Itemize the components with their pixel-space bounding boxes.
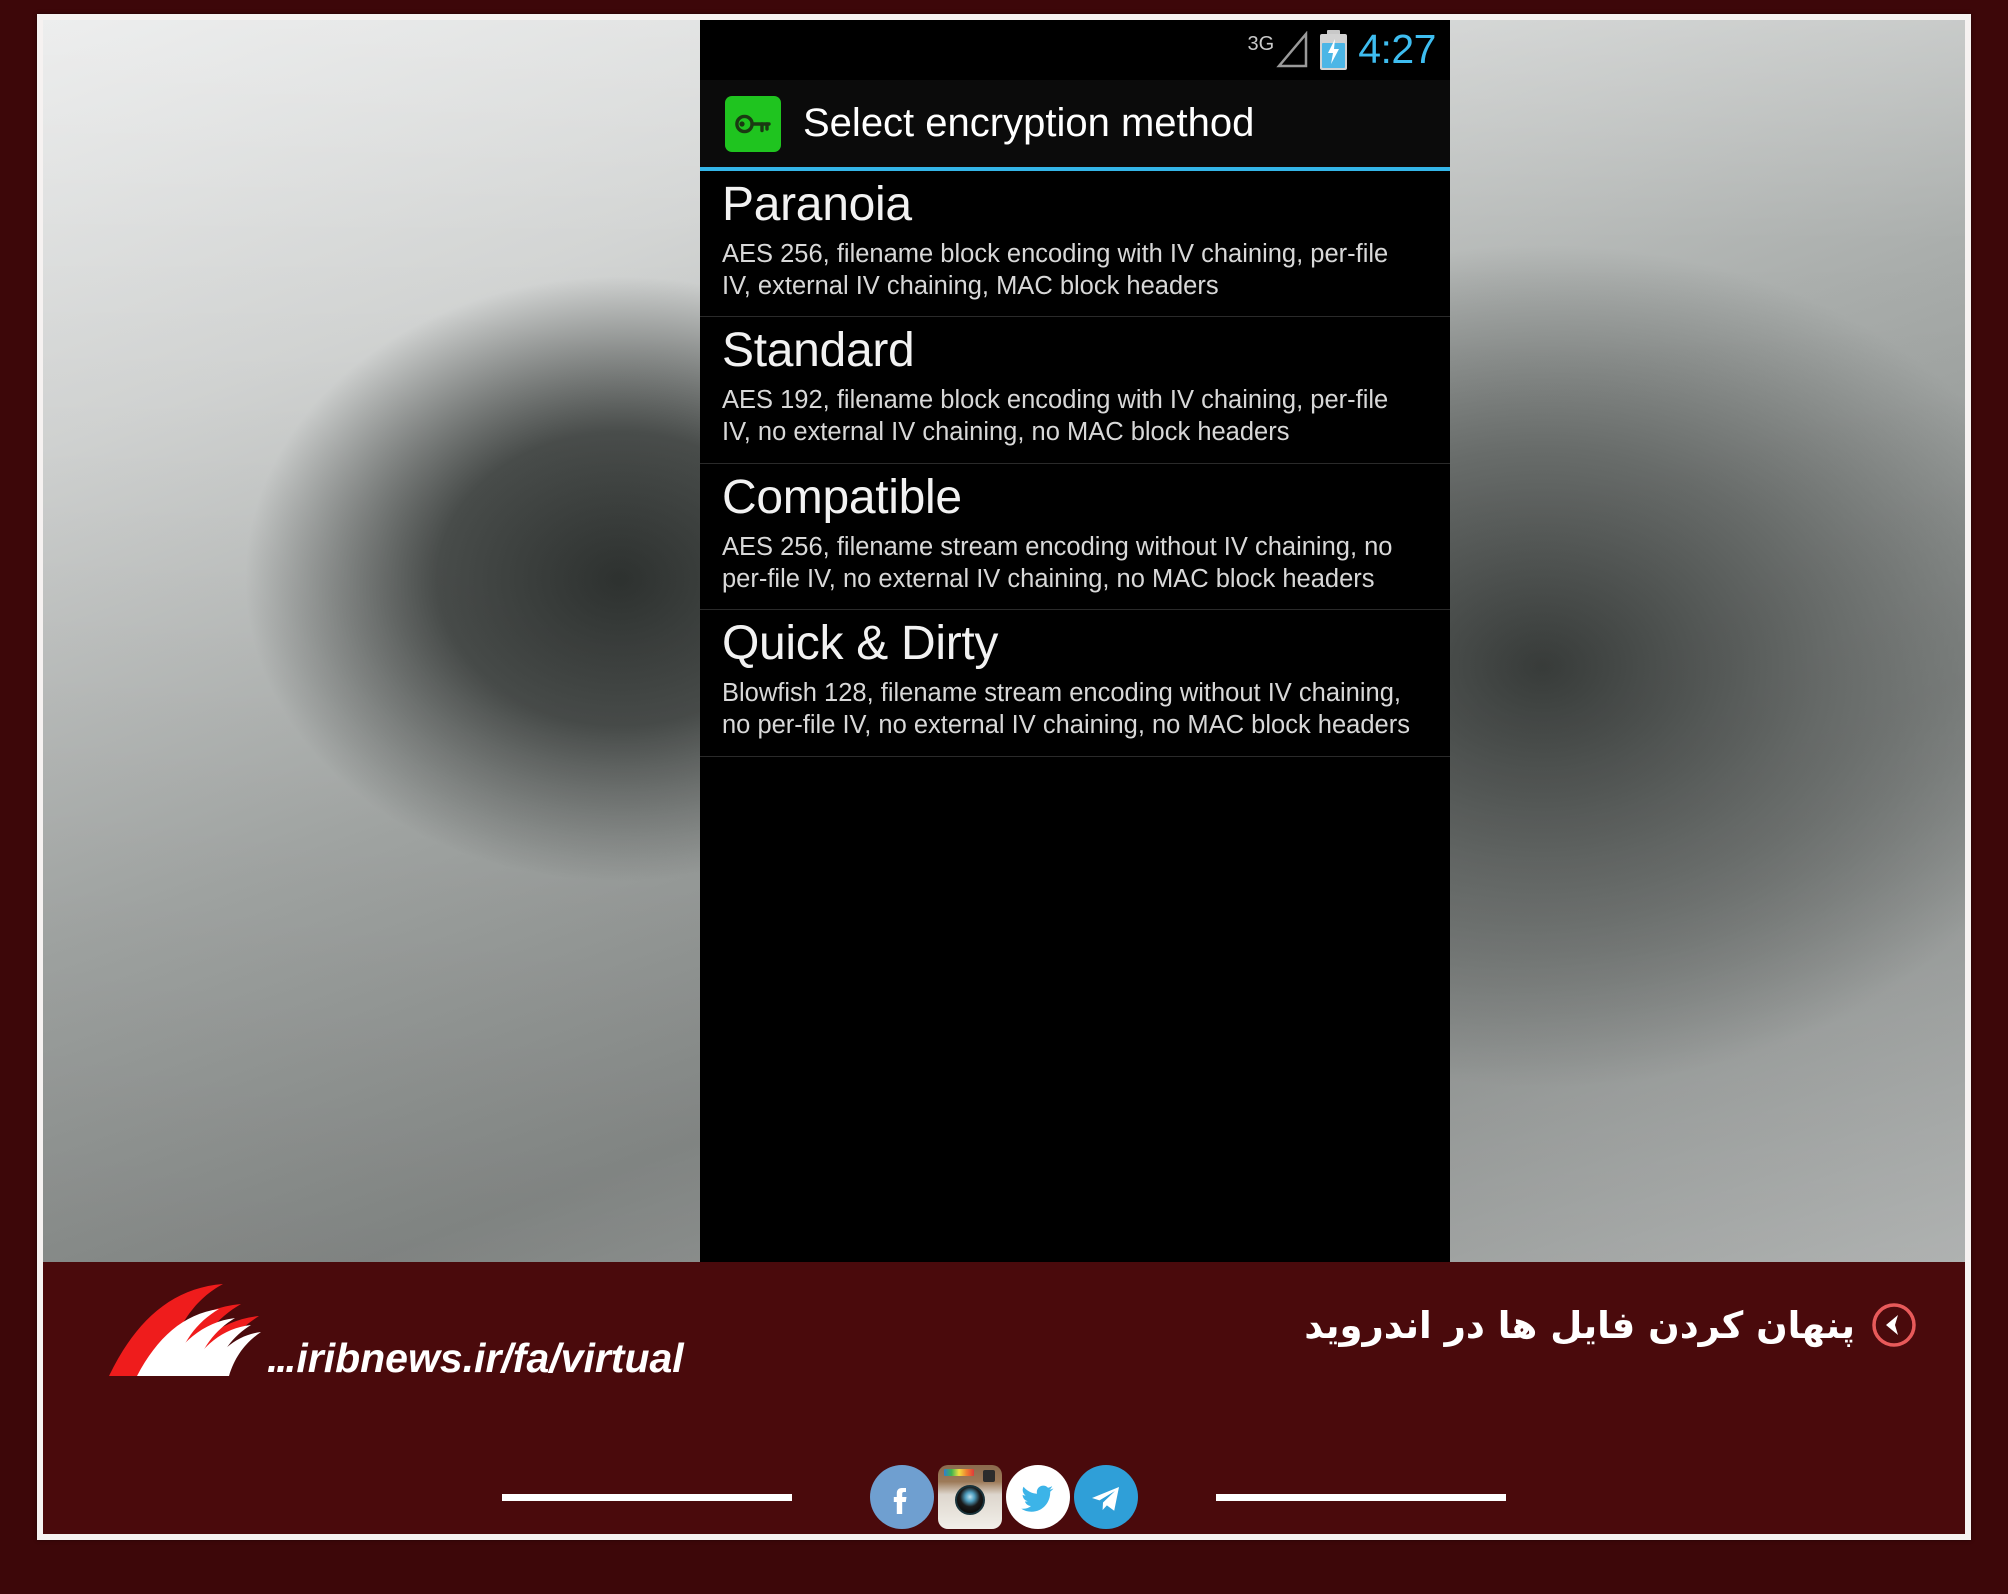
list-item-description: Blowfish 128, filename stream encoding w… bbox=[722, 678, 1410, 740]
instagram-rainbow-strip bbox=[944, 1469, 974, 1476]
banner-top-row: ... iribnews.ir/fa/virtual پنهان کردن فا… bbox=[43, 1262, 1965, 1442]
irib-logo-mark bbox=[109, 1284, 261, 1376]
telegram-icon[interactable] bbox=[1074, 1465, 1138, 1529]
list-item[interactable]: Standard AES 192, filename block encodin… bbox=[700, 317, 1450, 464]
instagram-icon[interactable] bbox=[938, 1465, 1002, 1529]
content-white-border: 3G 4:27 Select encryption method Paranoi… bbox=[37, 14, 1971, 1540]
instagram-lens bbox=[955, 1485, 985, 1516]
divider-right bbox=[1216, 1493, 1506, 1501]
app-title-bar: Select encryption method bbox=[700, 80, 1450, 171]
list-item-title: Compatible bbox=[722, 470, 962, 524]
irib-logo[interactable]: ... iribnews.ir/fa/virtual bbox=[101, 1276, 688, 1384]
divider-left bbox=[502, 1493, 792, 1501]
list-item-description: AES 256, filename block encoding with IV… bbox=[722, 239, 1389, 301]
signal-triangle-icon bbox=[1276, 31, 1308, 68]
network-type-label: 3G bbox=[1247, 33, 1275, 55]
list-item-description: AES 256, filename stream encoding withou… bbox=[722, 532, 1393, 593]
status-clock: 4:27 bbox=[1358, 25, 1436, 72]
status-bar: 3G 4:27 bbox=[700, 20, 1450, 80]
list-item[interactable]: Paranoia AES 256, filename block encodin… bbox=[700, 171, 1450, 318]
back-chevron-icon[interactable] bbox=[1871, 1302, 1917, 1348]
phone-screenshot: 3G 4:27 Select encryption method Paranoi… bbox=[700, 20, 1450, 1262]
social-row bbox=[43, 1442, 1965, 1534]
list-item-title: Standard bbox=[722, 324, 915, 378]
list-item-title: Quick & Dirty bbox=[722, 617, 999, 671]
news-banner: ... iribnews.ir/fa/virtual پنهان کردن فا… bbox=[43, 1262, 1965, 1534]
encryption-method-list: Paranoia AES 256, filename block encodin… bbox=[700, 171, 1450, 1258]
social-icons bbox=[870, 1465, 1138, 1529]
list-item[interactable]: Quick & Dirty Blowfish 128, filename str… bbox=[700, 610, 1450, 757]
page-title: Select encryption method bbox=[803, 101, 1255, 145]
list-item-description: AES 192, filename block encoding with IV… bbox=[722, 386, 1389, 447]
logo-dots: ... bbox=[267, 1337, 296, 1381]
instagram-flash bbox=[983, 1470, 995, 1482]
list-item[interactable]: Compatible AES 256, filename stream enco… bbox=[700, 464, 1450, 611]
twitter-icon[interactable] bbox=[1006, 1465, 1070, 1529]
headline-text: پنهان کردن فایل ها در اندروید bbox=[1304, 1303, 1855, 1347]
headline-group[interactable]: پنهان کردن فایل ها در اندروید bbox=[1304, 1302, 1917, 1348]
logo-url-text: iribnews.ir/fa/virtual bbox=[296, 1335, 684, 1381]
key-icon bbox=[725, 95, 781, 152]
list-item-title: Paranoia bbox=[722, 178, 912, 231]
battery-charging-icon bbox=[1320, 29, 1348, 70]
signal-indicator: 3G bbox=[1248, 31, 1310, 71]
content-card: 3G 4:27 Select encryption method Paranoi… bbox=[43, 20, 1965, 1534]
facebook-icon[interactable] bbox=[870, 1465, 934, 1529]
page-frame: 3G 4:27 Select encryption method Paranoi… bbox=[0, 0, 2008, 1594]
